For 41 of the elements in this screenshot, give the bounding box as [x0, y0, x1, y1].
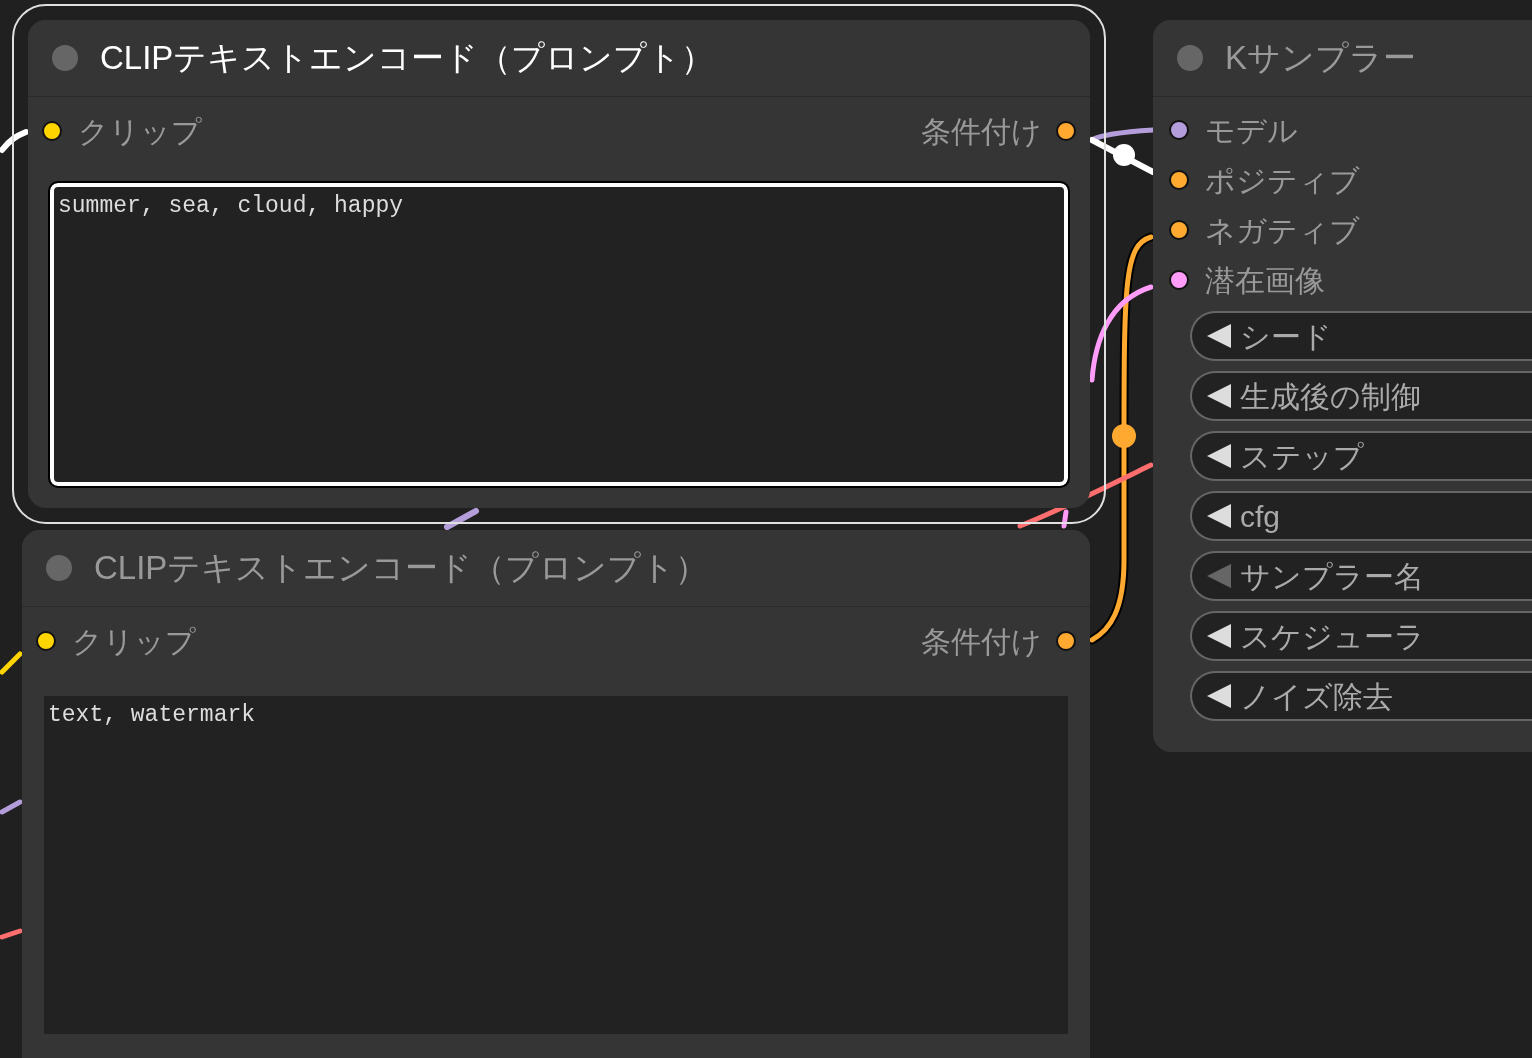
widget-field[interactable]: ステップ: [1190, 431, 1532, 481]
reroute-dot[interactable]: [1113, 144, 1135, 166]
input-label: ポジティブ: [1205, 162, 1360, 199]
widget-field[interactable]: シード: [1190, 311, 1532, 361]
widget-label: cfg: [1240, 498, 1281, 535]
widget-label: スケジューラ: [1240, 618, 1425, 655]
wire: [0, 129, 29, 153]
widget-label: ステップ: [1240, 438, 1364, 475]
wire: [0, 799, 23, 815]
decrement-arrow-icon[interactable]: [1206, 623, 1232, 649]
widget-field[interactable]: ノイズ除去: [1190, 671, 1532, 721]
decrement-arrow-icon[interactable]: [1206, 503, 1232, 529]
node-title: CLIPテキストエンコード（プロンプト）: [94, 548, 709, 589]
wire: [444, 508, 479, 530]
widget-field[interactable]: cfg: [1190, 491, 1532, 541]
node-title: Kサンプラー: [1225, 38, 1416, 79]
widget-field[interactable]: 生成後の制御: [1190, 371, 1532, 421]
prompt-field[interactable]: summer, sea, cloud, happy: [50, 183, 1068, 486]
input-label: クリップ: [78, 113, 202, 150]
decrement-arrow-icon[interactable]: [1206, 323, 1232, 349]
wire: [0, 928, 23, 940]
decrement-arrow-icon[interactable]: [1206, 443, 1232, 469]
input-label: クリップ: [72, 623, 196, 660]
reroute-dot[interactable]: [1112, 424, 1136, 448]
widget-label: ノイズ除去: [1240, 678, 1393, 715]
node-title: CLIPテキストエンコード（プロンプト）: [100, 38, 715, 79]
widget-label: サンプラー名: [1240, 558, 1424, 595]
input-label: モデル: [1205, 112, 1298, 149]
output-label: 条件付け: [921, 113, 1042, 150]
input-label: 潜在画像: [1205, 262, 1325, 299]
widget-label: 生成後の制御: [1240, 378, 1421, 415]
decrement-arrow-icon[interactable]: [1206, 683, 1232, 709]
wire: [0, 651, 23, 675]
output-label: 条件付け: [921, 623, 1042, 660]
decrement-arrow-icon[interactable]: [1206, 383, 1232, 409]
widget-field[interactable]: スケジューラ: [1190, 611, 1532, 661]
widget-label: シード: [1240, 318, 1332, 355]
prompt-field[interactable]: text, watermark: [44, 696, 1068, 1034]
node-card[interactable]: CLIPテキストエンコード（プロンプト） クリップ 条件付け text, watermark: [22, 530, 1090, 1058]
node-card[interactable]: CLIPテキストエンコード（プロンプト） クリップ 条件付け summer, sea, cloud, happy: [28, 20, 1090, 508]
input-label: ネガティブ: [1205, 212, 1360, 249]
